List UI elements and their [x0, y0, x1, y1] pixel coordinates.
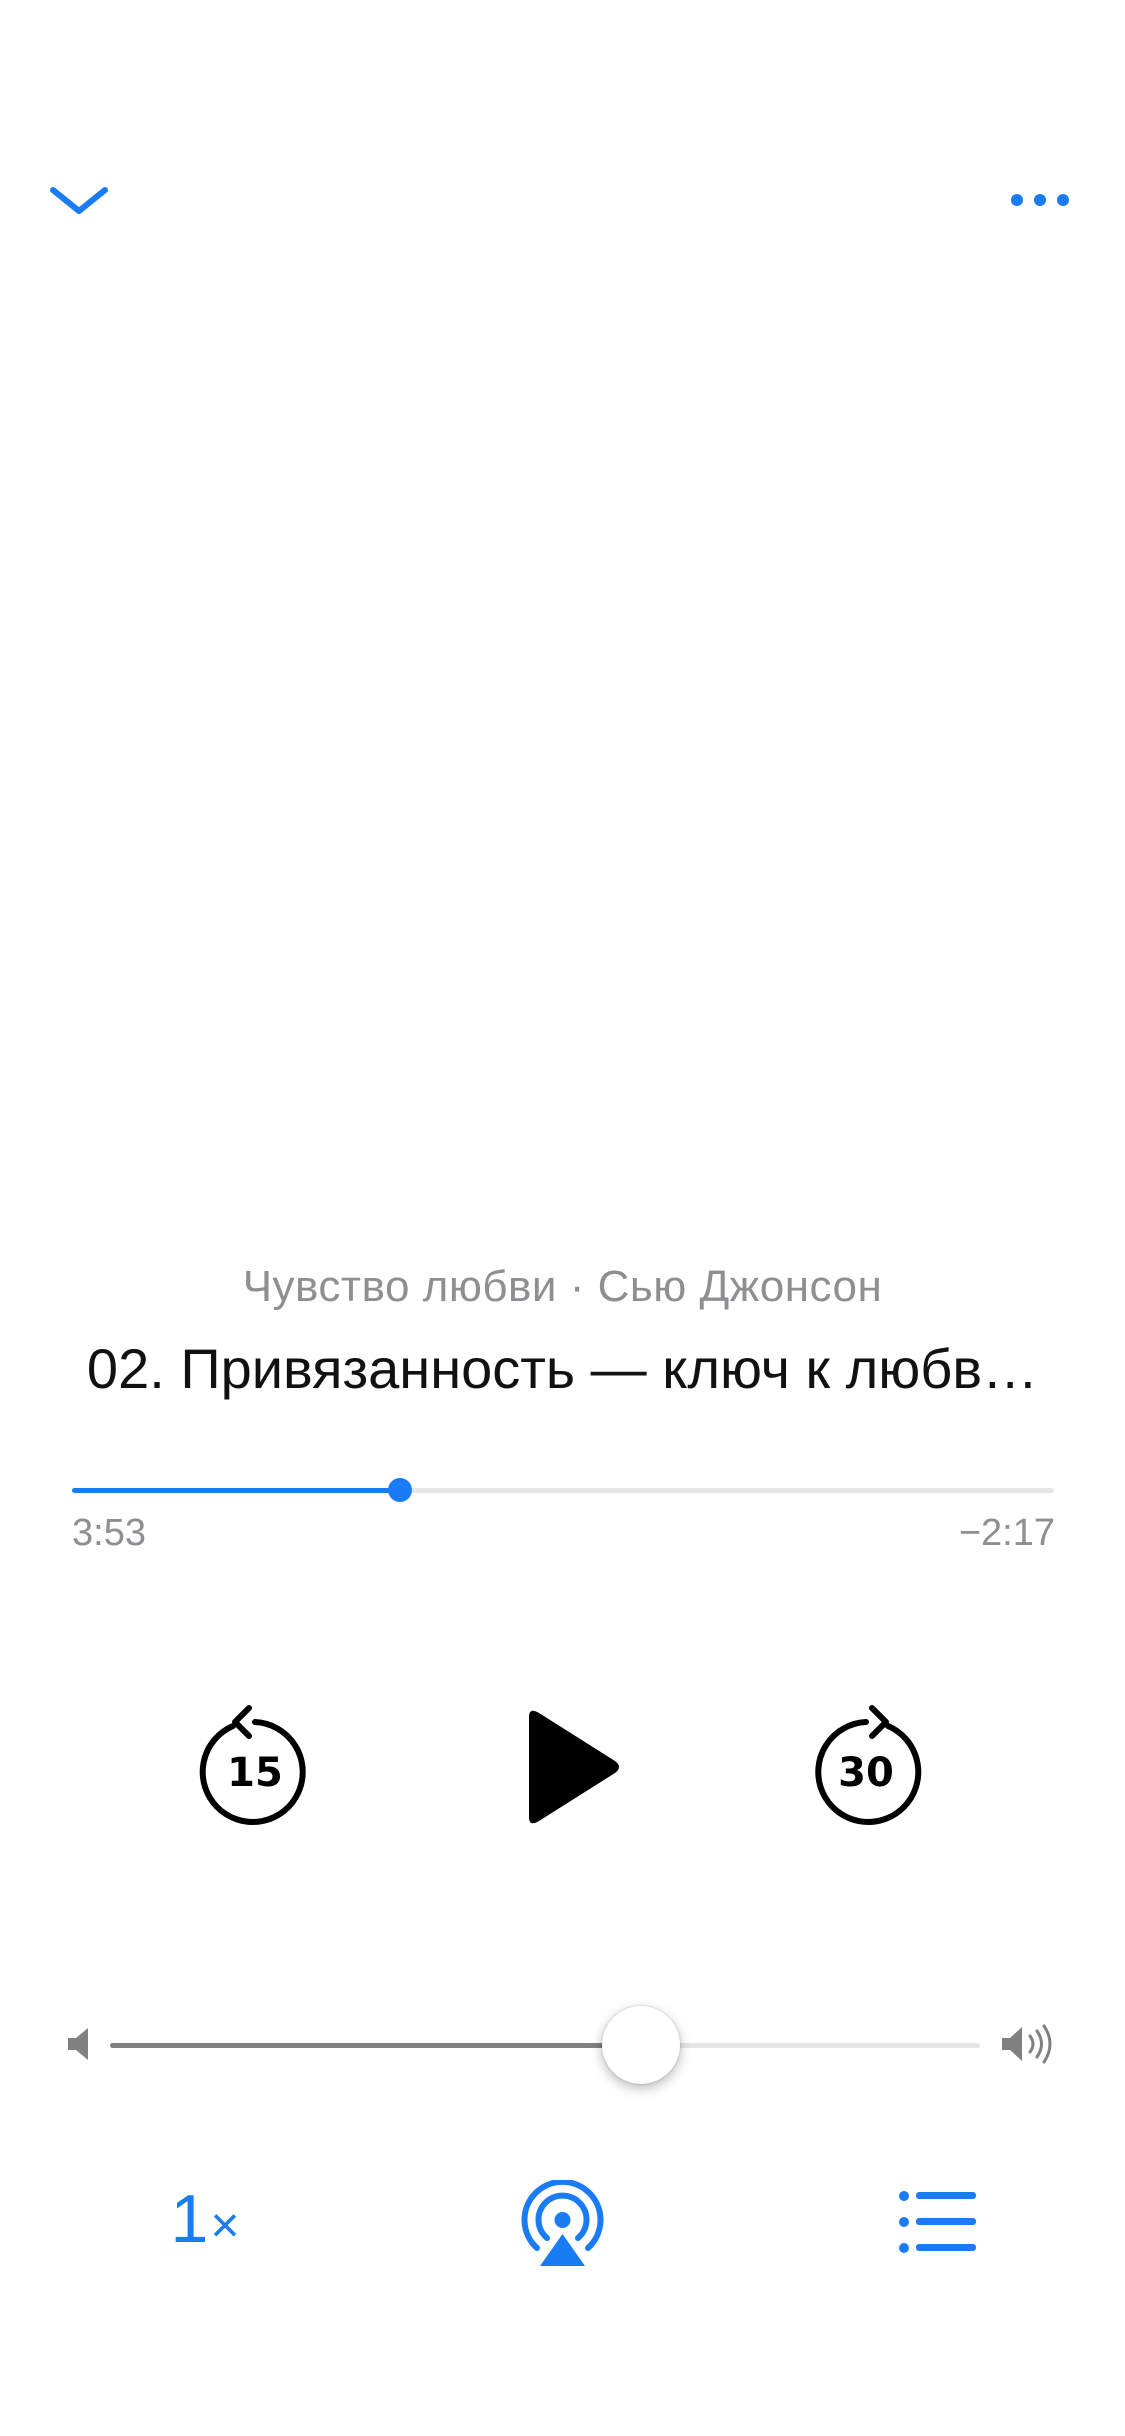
speaker-high-icon [1002, 2024, 1052, 2064]
book-author-subtitle: Чувство любви · Сью Джонсон [242, 1262, 883, 1311]
speaker-low-icon [68, 2028, 88, 2060]
chapters-list-button[interactable] [898, 2188, 978, 2256]
rewind-15-icon: 15 [199, 1705, 306, 1825]
collapse-button[interactable] [44, 170, 114, 230]
speed-suffix: × [210, 2197, 240, 2253]
airplay-icon [521, 2178, 604, 2266]
volume-thumb[interactable] [601, 2006, 680, 2084]
scrubber-fill [72, 1488, 400, 1493]
chevron-down-icon [50, 187, 108, 214]
skip-forward-seconds: 30 [838, 1750, 894, 1796]
skip-back-seconds: 15 [227, 1750, 283, 1796]
playback-speed-button[interactable]: 1 × [150, 2180, 260, 2260]
playback-scrubber[interactable] [72, 1470, 1054, 1510]
forward-30-icon: 30 [815, 1705, 922, 1825]
play-button[interactable] [505, 1700, 635, 1835]
more-options-button[interactable] [1005, 170, 1075, 230]
volume-fill [110, 2043, 641, 2048]
remaining-time: −2:17 [958, 1512, 1055, 1554]
elapsed-time: 3:53 [72, 1512, 146, 1554]
airplay-button[interactable] [515, 2178, 610, 2270]
track-title: 02. Привязанность — ключ к любв… [86, 1337, 1039, 1400]
skip-forward-button[interactable]: 30 [806, 1700, 926, 1830]
ellipsis-icon [1011, 194, 1069, 206]
volume-slider[interactable] [110, 2000, 980, 2090]
list-icon [899, 2191, 976, 2253]
scrubber-thumb[interactable] [387, 1478, 412, 1502]
speed-value: 1 [170, 2181, 209, 2257]
play-icon [529, 1710, 619, 1824]
skip-back-button[interactable]: 15 [195, 1700, 315, 1830]
